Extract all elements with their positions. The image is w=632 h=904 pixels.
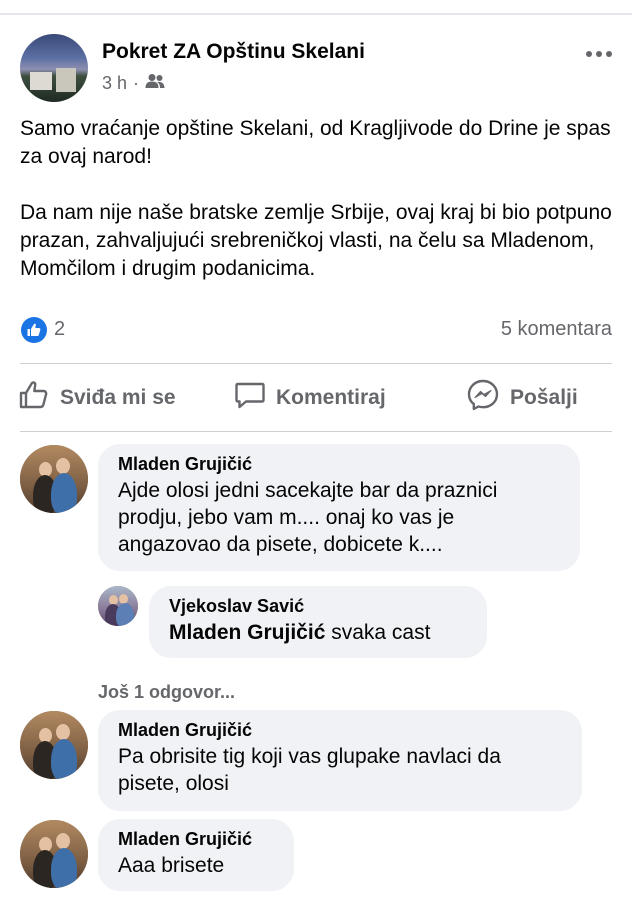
comment-button-label: Komentiraj: [276, 386, 386, 409]
more-options-button[interactable]: [582, 44, 616, 64]
reaction-count[interactable]: 2: [54, 318, 65, 341]
comment-bubble: Mladen Grujičić Ajde olosi jedni sacekaj…: [98, 444, 580, 571]
post-paragraph: Da nam nije naše bratske zemlje Srbije, …: [20, 201, 612, 280]
commenter-avatar[interactable]: [20, 445, 88, 513]
send-button-label: Pošalji: [510, 386, 578, 409]
comment-author[interactable]: Mladen Grujičić: [118, 829, 274, 850]
divider: [20, 363, 612, 364]
friends-icon: [145, 73, 165, 94]
reply-text: svaka cast: [325, 621, 431, 644]
comment-author[interactable]: Mladen Grujičić: [118, 720, 562, 741]
comment-bubble-icon: [234, 379, 266, 417]
top-divider: [0, 13, 632, 15]
view-more-replies[interactable]: Još 1 odgovor...: [98, 682, 235, 703]
post-meta: 3 h ·: [102, 73, 165, 94]
comment-text: Ajde olosi jedni sacekajte bar da prazni…: [118, 479, 498, 556]
comment-text: Pa obrisite tig koji vas glupake navlaci…: [118, 745, 501, 795]
like-button-label: Sviđa mi se: [60, 386, 176, 409]
comment-author[interactable]: Mladen Grujičić: [118, 454, 560, 475]
comment-text: Mladen Grujičić svaka cast: [169, 619, 467, 646]
more-horizontal-icon: [586, 51, 592, 57]
thumbs-up-icon: [18, 379, 50, 417]
comment-button[interactable]: Komentiraj: [234, 380, 386, 416]
reply-bubble: Vjekoslav Savić Mladen Grujičić svaka ca…: [149, 586, 487, 658]
post-time[interactable]: 3 h: [102, 73, 127, 94]
like-button[interactable]: Sviđa mi se: [18, 380, 176, 416]
send-button[interactable]: Pošalji: [466, 378, 578, 418]
divider: [20, 431, 612, 432]
page-avatar[interactable]: [20, 34, 88, 102]
comment-bubble: Mladen Grujičić Pa obrisite tig koji vas…: [98, 710, 582, 811]
comment-author[interactable]: Vjekoslav Savić: [169, 596, 467, 617]
like-reaction-icon[interactable]: [21, 317, 47, 343]
meta-separator: ·: [133, 73, 140, 93]
commenter-avatar[interactable]: [20, 711, 88, 779]
reply-avatar[interactable]: [98, 586, 138, 626]
comment-bubble: Mladen Grujičić Aaa brisete: [98, 819, 294, 891]
post-paragraph: Samo vraćanje opštine Skelani, od Kraglj…: [20, 117, 611, 168]
commenter-avatar[interactable]: [20, 820, 88, 888]
comment-text: Aaa brisete: [118, 854, 225, 877]
comment-count[interactable]: 5 komentara: [501, 318, 612, 341]
messenger-icon: [466, 378, 500, 418]
page-name[interactable]: Pokret ZA Opštinu Skelani: [102, 40, 365, 64]
mention-link[interactable]: Mladen Grujičić: [169, 621, 325, 644]
post-text: Samo vraćanje opštine Skelani, od Kraglj…: [20, 115, 620, 283]
